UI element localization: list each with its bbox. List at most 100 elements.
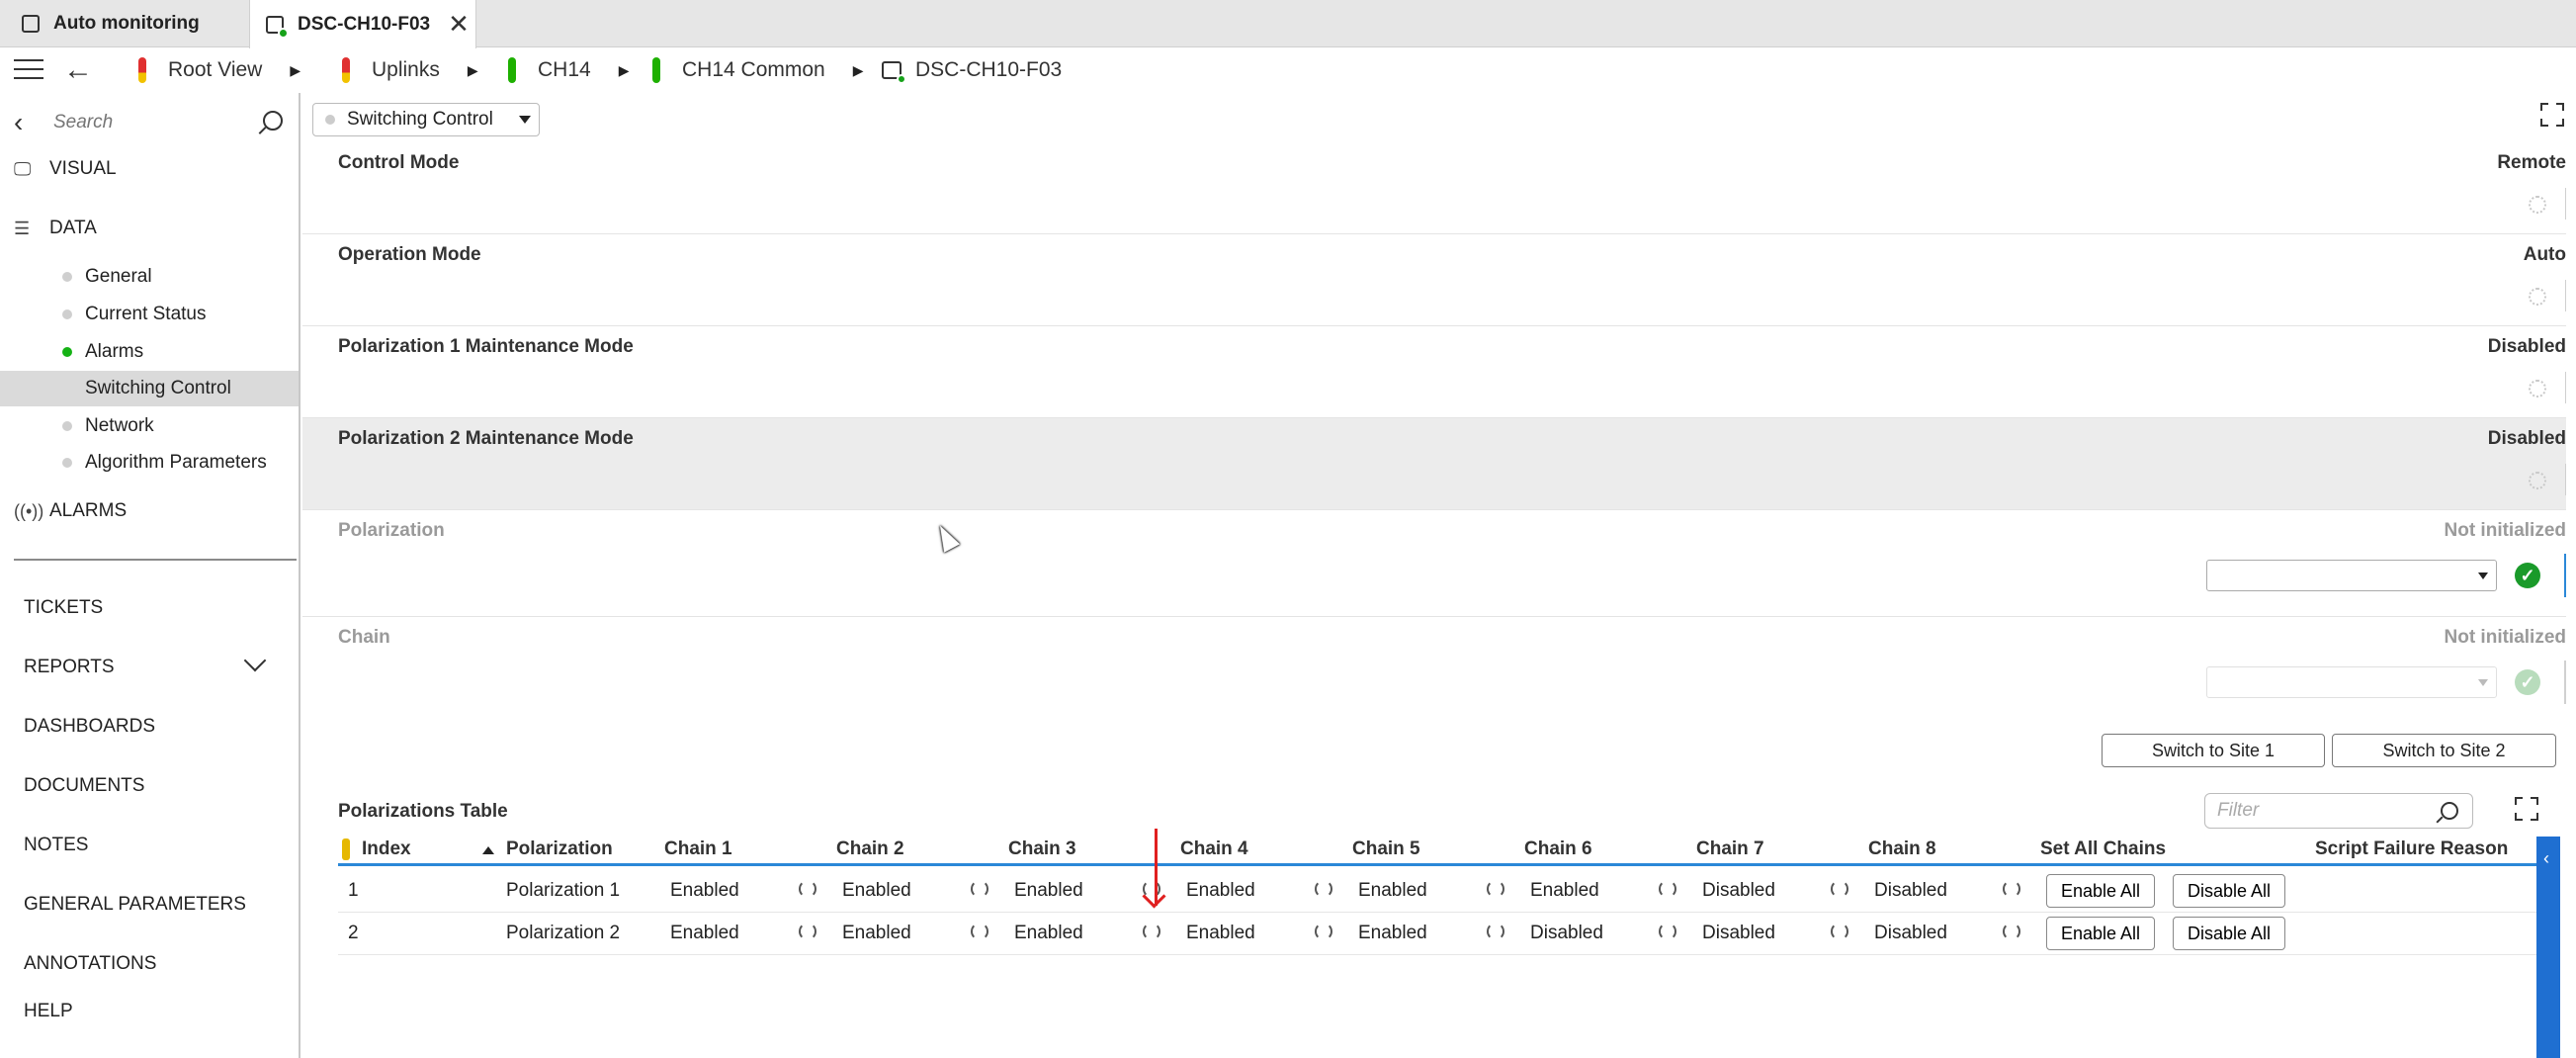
divider bbox=[2565, 280, 2566, 311]
toggle-refresh-icon[interactable] bbox=[1659, 923, 1676, 940]
toggle-refresh-icon[interactable] bbox=[1315, 880, 1332, 898]
search-icon[interactable] bbox=[263, 111, 283, 131]
chain-select[interactable] bbox=[2206, 666, 2497, 698]
column-header-chain-8[interactable]: Chain 8 bbox=[1868, 838, 1936, 860]
tab-device[interactable]: DSC-CH10-F03 ✕ bbox=[249, 0, 476, 48]
toggle-refresh-icon[interactable] bbox=[1315, 923, 1332, 940]
view-selector[interactable]: Switching Control bbox=[312, 103, 540, 136]
disable-all-button[interactable]: Disable All bbox=[2173, 874, 2285, 908]
nav-annotations[interactable]: ANNOTATIONS bbox=[24, 953, 156, 975]
side-panel-toggle[interactable]: ‹ bbox=[2536, 837, 2560, 1058]
toggle-refresh-icon[interactable] bbox=[799, 880, 816, 898]
sidebar-visual[interactable]: 🖵 VISUAL bbox=[14, 158, 117, 180]
hamburger-menu-icon[interactable] bbox=[14, 59, 43, 81]
search-input[interactable] bbox=[53, 112, 241, 133]
refresh-icon[interactable] bbox=[2529, 288, 2546, 306]
apply-check-icon[interactable]: ✓ bbox=[2515, 563, 2540, 588]
chevron-down-icon[interactable] bbox=[243, 649, 267, 672]
nav-notes[interactable]: NOTES bbox=[24, 835, 88, 856]
column-header-chain-6[interactable]: Chain 6 bbox=[1524, 838, 1592, 860]
polarization-select[interactable] bbox=[2206, 560, 2497, 591]
ok-status-icon bbox=[508, 57, 516, 83]
refresh-icon[interactable] bbox=[2529, 472, 2546, 489]
column-header-chain-5[interactable]: Chain 5 bbox=[1352, 838, 1420, 860]
sidebar-data[interactable]: ☰ DATA bbox=[14, 218, 97, 239]
toggle-refresh-icon[interactable] bbox=[1487, 923, 1504, 940]
enable-all-button[interactable]: Enable All bbox=[2046, 917, 2155, 950]
cell-chain-1: Enabled bbox=[670, 923, 739, 943]
refresh-icon[interactable] bbox=[2529, 196, 2546, 214]
sidebar-item-general[interactable]: General bbox=[0, 259, 299, 295]
table-fullscreen-icon[interactable] bbox=[2515, 797, 2538, 821]
status-bullet-icon bbox=[62, 347, 72, 357]
tab-auto-monitoring[interactable]: Auto monitoring bbox=[0, 0, 247, 47]
collapse-sidebar-icon[interactable]: ‹ bbox=[14, 107, 53, 138]
refresh-icon[interactable] bbox=[2529, 380, 2546, 397]
breadcrumb-label: Root View bbox=[168, 58, 263, 81]
column-header-chain-3[interactable]: Chain 3 bbox=[1008, 838, 1076, 860]
device-status-icon bbox=[266, 15, 289, 39]
param-name: Polarization 2 Maintenance Mode bbox=[338, 428, 634, 449]
enable-all-button[interactable]: Enable All bbox=[2046, 874, 2155, 908]
column-header-index[interactable]: Index bbox=[362, 838, 411, 860]
switch-to-site-1-button[interactable]: Switch to Site 1 bbox=[2102, 734, 2325, 767]
sidebar-item-network[interactable]: Network bbox=[0, 408, 299, 444]
toggle-refresh-icon[interactable] bbox=[1831, 880, 1848, 898]
table-header: Index Polarization Chain 1 Chain 2 Chain… bbox=[338, 837, 2542, 866]
toggle-refresh-icon[interactable] bbox=[1487, 880, 1504, 898]
search-icon[interactable] bbox=[2441, 802, 2458, 820]
toggle-refresh-icon[interactable] bbox=[1143, 923, 1160, 940]
breadcrumb-ch14[interactable]: CH14 ▶ bbox=[508, 47, 629, 93]
nav-tickets[interactable]: TICKETS bbox=[24, 597, 103, 619]
column-header-chain-7[interactable]: Chain 7 bbox=[1696, 838, 1764, 860]
column-header-chain-2[interactable]: Chain 2 bbox=[836, 838, 904, 860]
column-header-chain-4[interactable]: Chain 4 bbox=[1180, 838, 1248, 860]
nav-general-parameters[interactable]: GENERAL PARAMETERS bbox=[24, 894, 246, 916]
disable-all-button[interactable]: Disable All bbox=[2173, 917, 2285, 950]
back-arrow-icon[interactable]: ← bbox=[63, 53, 93, 87]
status-bullet-icon bbox=[62, 309, 72, 319]
chevron-right-icon[interactable]: ▶ bbox=[853, 62, 864, 79]
param-chain: Chain Not initialized ✓ bbox=[302, 617, 2566, 724]
nav-dashboards[interactable]: DASHBOARDS bbox=[24, 716, 155, 738]
sidebar-alarms[interactable]: ((•)) ALARMS bbox=[14, 500, 127, 522]
sort-ascending-icon[interactable] bbox=[482, 846, 494, 854]
breadcrumb: ← Root View ▶ Uplinks ▶ CH14 ▶ CH14 Comm… bbox=[0, 47, 2576, 93]
status-bullet-icon bbox=[62, 421, 72, 431]
chevron-right-icon[interactable]: ▶ bbox=[619, 62, 630, 79]
param-name: Polarization bbox=[338, 520, 445, 541]
chevron-right-icon[interactable]: ▶ bbox=[290, 62, 301, 79]
toggle-refresh-icon[interactable] bbox=[2003, 923, 2020, 940]
sidebar-item-switching-control[interactable]: Switching Control bbox=[0, 371, 299, 406]
sidebar-item-alarms[interactable]: Alarms bbox=[0, 334, 299, 370]
toggle-refresh-icon[interactable] bbox=[1831, 923, 1848, 940]
filter-input[interactable]: Filter bbox=[2204, 793, 2473, 829]
column-header-chain-1[interactable]: Chain 1 bbox=[664, 838, 732, 860]
nav-reports[interactable]: REPORTS bbox=[24, 649, 267, 678]
toggle-refresh-icon[interactable] bbox=[971, 880, 988, 898]
column-header-script-failure-reason[interactable]: Script Failure Reason bbox=[2315, 838, 2508, 860]
sidebar-item-current-status[interactable]: Current Status bbox=[0, 297, 299, 332]
breadcrumb-root-view[interactable]: Root View ▶ bbox=[138, 47, 301, 93]
toggle-refresh-icon[interactable] bbox=[2003, 880, 2020, 898]
device-icon bbox=[882, 61, 906, 84]
toggle-refresh-icon[interactable] bbox=[1659, 880, 1676, 898]
fullscreen-icon[interactable] bbox=[2540, 103, 2564, 127]
chevron-right-icon[interactable]: ▶ bbox=[468, 62, 478, 79]
breadcrumb-ch14-common[interactable]: CH14 Common ▶ bbox=[652, 47, 864, 93]
sidebar-item-algorithm-parameters[interactable]: Algorithm Parameters bbox=[0, 445, 299, 481]
nav-documents[interactable]: DOCUMENTS bbox=[24, 775, 144, 797]
apply-check-icon[interactable]: ✓ bbox=[2515, 669, 2540, 695]
toggle-refresh-icon[interactable] bbox=[971, 923, 988, 940]
toggle-refresh-icon[interactable] bbox=[799, 923, 816, 940]
param-polarization-2-maintenance: Polarization 2 Maintenance Mode Disabled bbox=[302, 418, 2566, 510]
column-header-polarization[interactable]: Polarization bbox=[506, 838, 613, 860]
sidebar-item-label: Network bbox=[85, 415, 154, 436]
breadcrumb-device[interactable]: DSC-CH10-F03 bbox=[882, 47, 1062, 93]
breadcrumb-uplinks[interactable]: Uplinks ▶ bbox=[342, 47, 478, 93]
column-header-set-all-chains[interactable]: Set All Chains bbox=[2040, 838, 2166, 860]
close-icon[interactable]: ✕ bbox=[448, 9, 470, 40]
switch-to-site-2-button[interactable]: Switch to Site 2 bbox=[2332, 734, 2556, 767]
nav-help[interactable]: HELP bbox=[24, 1001, 73, 1022]
cell-chain-2: Enabled bbox=[842, 880, 911, 901]
